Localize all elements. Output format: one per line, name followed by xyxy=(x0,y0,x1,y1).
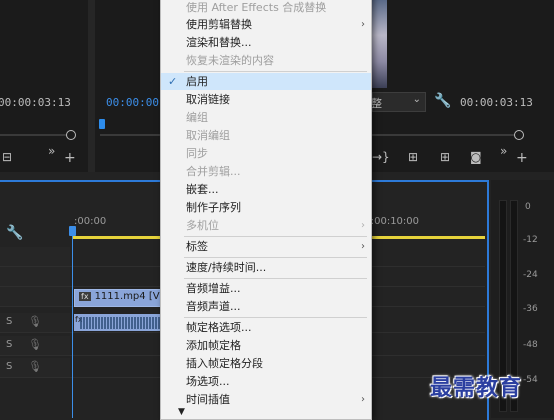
context-menu: 使用 After Effects 合成替换 使用剪辑替换 › 渲染和替换... 恢… xyxy=(160,0,372,420)
menu-item-make-subsequence[interactable]: 制作子序列 xyxy=(161,199,371,216)
track-header xyxy=(0,267,70,286)
track-header xyxy=(0,247,70,266)
video-clip[interactable]: fx 1111.mp4 [V] xyxy=(74,289,166,307)
menu-item-add-frame-hold[interactable]: 添加帧定格 xyxy=(161,337,371,354)
video-clip-label: 1111.mp4 [V] xyxy=(94,291,164,302)
lift-icon[interactable]: ⊞ xyxy=(408,150,418,164)
source-scrub-bar[interactable] xyxy=(0,134,70,136)
fx-badge: fx xyxy=(79,292,91,301)
menu-item-replace-with-clip[interactable]: 使用剪辑替换 › xyxy=(161,16,371,33)
menu-item-unlink[interactable]: 取消链接 xyxy=(161,91,371,108)
scroll-down-arrow-icon[interactable]: ▼ xyxy=(178,407,185,417)
solo-button[interactable]: S xyxy=(6,316,12,327)
panel-divider[interactable] xyxy=(88,0,95,172)
menu-item-audio-channels[interactable]: 音频声道... xyxy=(161,298,371,315)
menu-item-replace-with-ae[interactable]: 使用 After Effects 合成替换 xyxy=(161,0,371,16)
overwrite-icon[interactable]: ⊟ xyxy=(2,150,12,164)
menu-item-label[interactable]: 标签 › xyxy=(161,238,371,255)
chevron-right-icon: › xyxy=(361,241,365,252)
menu-item-speed-duration[interactable]: 速度/持续时间... xyxy=(161,259,371,276)
watermark-logo: 最需教育 xyxy=(430,375,523,401)
solo-button[interactable]: S xyxy=(6,339,12,350)
menu-item-frame-hold-options[interactable]: 帧定格选项... xyxy=(161,319,371,336)
menu-separator xyxy=(184,71,367,72)
menu-item-ungroup[interactable]: 取消编组 xyxy=(161,127,371,144)
menu-separator xyxy=(184,278,367,279)
menu-separator xyxy=(184,236,367,237)
source-timecode[interactable]: 00:00:03:13 xyxy=(0,96,71,109)
menu-item-time-interpolation[interactable]: 时间插值 › xyxy=(161,391,371,408)
program-zoom-handle[interactable] xyxy=(514,130,524,140)
more-controls-icon[interactable]: » xyxy=(48,144,55,158)
chevron-right-icon: › xyxy=(361,220,365,231)
menu-item-render-and-replace[interactable]: 渲染和替换... xyxy=(161,34,371,51)
extract-icon[interactable]: ⊞ xyxy=(440,150,450,164)
source-zoom-handle[interactable] xyxy=(66,130,76,140)
menu-item-enable[interactable]: ✓ 启用 xyxy=(161,73,371,90)
checkmark-icon: ✓ xyxy=(168,75,178,88)
more-controls-icon[interactable]: » xyxy=(500,144,507,158)
audio-clip[interactable]: fx xyxy=(74,314,164,331)
microphone-icon[interactable]: 🎙 xyxy=(28,360,42,373)
program-duration-timecode: 00:00:03:13 xyxy=(460,96,533,109)
audio-waveform xyxy=(80,317,164,329)
menu-item-field-options[interactable]: 场选项... xyxy=(161,373,371,390)
menu-separator xyxy=(184,257,367,258)
microphone-icon[interactable]: 🎙 xyxy=(28,338,42,351)
menu-item-insert-frame-hold-segment[interactable]: 插入帧定格分段 xyxy=(161,355,371,372)
microphone-icon[interactable]: 🎙 xyxy=(28,315,42,328)
track-header: S 🎙 xyxy=(0,358,70,377)
menu-item-multicamera[interactable]: 多机位 › xyxy=(161,217,371,234)
track-header: S 🎙 xyxy=(0,336,70,355)
menu-item-restore-unrendered[interactable]: 恢复未渲染的内容 xyxy=(161,52,371,69)
ruler-start-label: :00:00 xyxy=(74,216,107,227)
chevron-down-icon: ⌄ xyxy=(412,94,421,105)
db-label: -54 xyxy=(523,375,538,385)
menu-separator xyxy=(184,317,367,318)
track-header xyxy=(0,287,70,306)
solo-button[interactable]: S xyxy=(6,361,12,372)
program-playhead[interactable] xyxy=(99,119,105,129)
chevron-right-icon: › xyxy=(361,19,365,30)
wrench-icon[interactable]: 🔧 xyxy=(6,225,23,241)
source-monitor xyxy=(0,0,88,172)
add-button-icon[interactable]: + xyxy=(64,150,76,166)
wrench-icon[interactable]: 🔧 xyxy=(434,93,451,109)
go-to-out-icon[interactable]: →} xyxy=(372,150,390,164)
menu-item-synchronize[interactable]: 同步 xyxy=(161,145,371,162)
db-label: -12 xyxy=(523,235,538,245)
zoom-value: 整 xyxy=(371,97,382,110)
db-label: -24 xyxy=(523,270,538,280)
timeline-playhead-line xyxy=(72,226,73,418)
menu-item-merge-clips[interactable]: 合并剪辑... xyxy=(161,163,371,180)
db-label: -48 xyxy=(523,340,538,350)
add-button-icon[interactable]: + xyxy=(516,150,528,166)
chevron-right-icon: › xyxy=(361,394,365,405)
db-label: 0 xyxy=(525,202,531,212)
menu-item-audio-gain[interactable]: 音频增益... xyxy=(161,280,371,297)
menu-item-nest[interactable]: 嵌套... xyxy=(161,181,371,198)
zoom-select[interactable]: 整 ⌄ xyxy=(371,92,426,112)
camera-icon[interactable]: ◙ xyxy=(470,150,482,164)
program-video-frame xyxy=(370,0,387,88)
menu-item-group[interactable]: 编组 xyxy=(161,109,371,126)
track-header: S 🎙 xyxy=(0,313,70,332)
db-label: -36 xyxy=(523,304,538,314)
